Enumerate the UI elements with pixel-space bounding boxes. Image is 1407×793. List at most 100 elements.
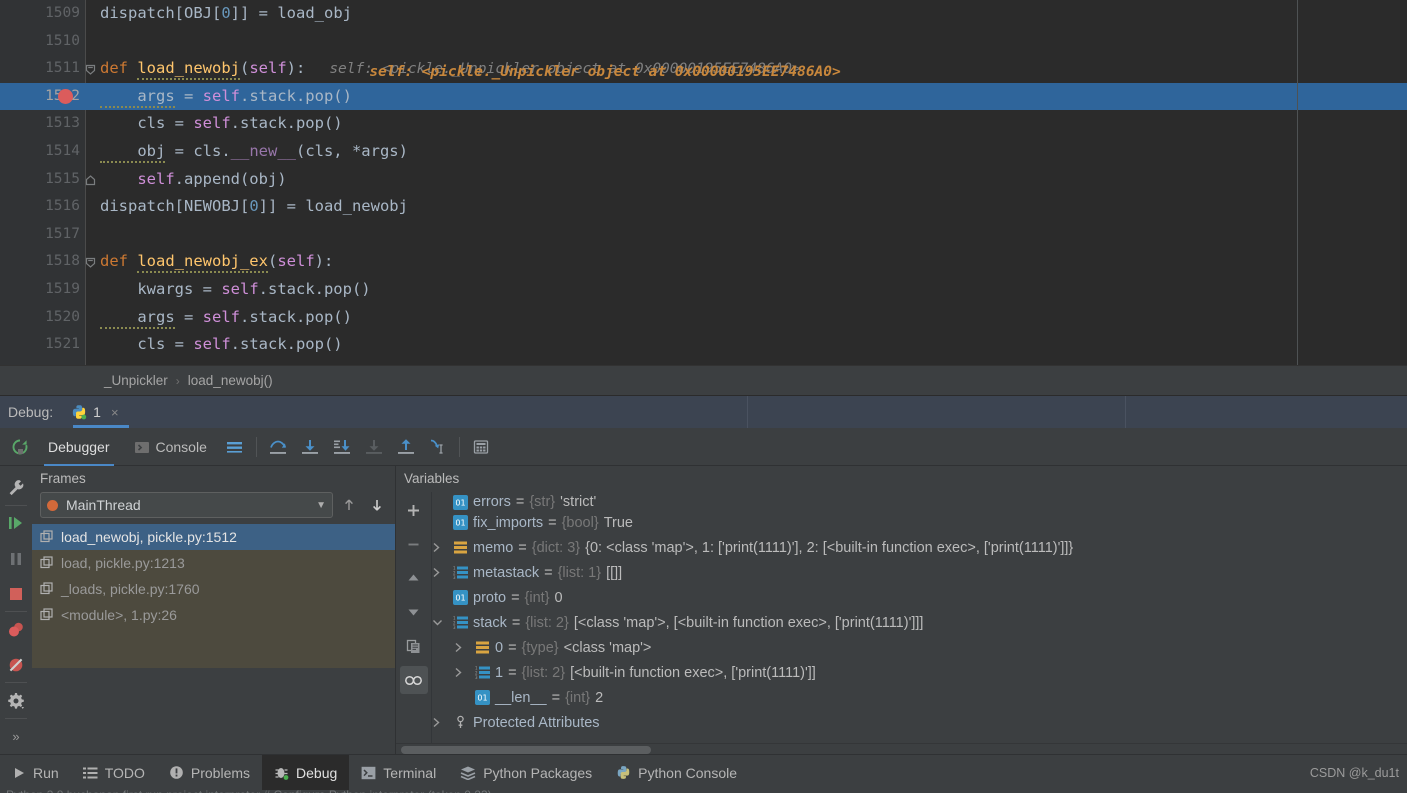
move-up-icon[interactable]: [400, 564, 428, 592]
variable-type: {list: 2}: [521, 664, 566, 681]
copy-icon[interactable]: [400, 632, 428, 660]
frame-down-button[interactable]: [365, 493, 389, 517]
pause-program-icon[interactable]: [1, 541, 31, 576]
add-watch-icon[interactable]: [400, 496, 428, 524]
variable-row[interactable]: 1 2 3 metastack = {list: 1}[[]]: [432, 560, 1407, 585]
evaluate-expression-icon[interactable]: [465, 431, 497, 463]
watermark: CSDN @k_du1t: [1309, 766, 1399, 780]
svg-text:01: 01: [477, 694, 487, 703]
frame-label: _loads, pickle.py:1760: [61, 581, 200, 597]
mute-breakpoints-icon[interactable]: [1, 647, 31, 682]
step-into-icon[interactable]: [294, 431, 326, 463]
frame-label: load, pickle.py:1213: [61, 555, 185, 571]
variables-tree[interactable]: 01 errors = {str}'strict' 01 fix_imports = {boo…: [432, 492, 1407, 743]
code-editor[interactable]: 1509 dispatch[OBJ[0]] = load_obj 1510 1511 d…: [0, 0, 1407, 365]
tab-console[interactable]: Console: [122, 428, 219, 466]
status-bar-item-python-packages[interactable]: Python Packages: [448, 755, 604, 791]
resume-program-icon[interactable]: [1, 506, 31, 541]
variable-row[interactable]: 1 2 3 stack = {list: 2} [<class 'map'>, [<buil…: [432, 610, 1407, 635]
code-line[interactable]: 1510: [0, 28, 1407, 56]
wrench-icon[interactable]: [1, 470, 31, 505]
variable-row[interactable]: 01 __len__ = {int} 2: [432, 685, 1407, 710]
frame-list-item[interactable]: load_newobj, pickle.py:1512: [32, 524, 395, 550]
tab-debugger[interactable]: Debugger: [36, 428, 122, 466]
thread-select[interactable]: MainThread ▼: [40, 492, 333, 518]
code-line[interactable]: 1513 cls = self.stack.pop(): [0, 110, 1407, 138]
code-line[interactable]: 1521 cls = self.stack.pop(): [0, 331, 1407, 359]
status-bar-item-todo[interactable]: TODO: [71, 755, 157, 791]
more-chevrons-icon[interactable]: »: [1, 719, 31, 754]
frames-list[interactable]: load_newobj, pickle.py:1512 load, pickle.…: [32, 524, 395, 628]
tree-twisty-icon[interactable]: [432, 542, 448, 553]
variable-type: {dict: 3}: [531, 539, 581, 556]
code-line[interactable]: 1519 kwargs = self.stack.pop(): [0, 276, 1407, 304]
variables-horizontal-scrollbar[interactable]: [396, 743, 1407, 754]
variable-name: metastack: [473, 564, 540, 581]
code-line[interactable]: 1509 dispatch[OBJ[0]] = load_obj: [0, 0, 1407, 28]
code-line[interactable]: 1518 def load_newobj_ex(self):: [0, 248, 1407, 276]
breadcrumb[interactable]: _Unpickler › load_newobj(): [0, 365, 1407, 395]
breadcrumb-class[interactable]: _Unpickler: [104, 373, 168, 388]
status-bar-item-terminal[interactable]: Terminal: [349, 755, 448, 791]
status-bar-item-debug[interactable]: Debug: [262, 754, 350, 791]
status-bar-item-label: TODO: [104, 764, 145, 781]
frame-icon: [40, 608, 54, 622]
tree-twisty-icon[interactable]: [432, 717, 448, 728]
code-line[interactable]: 1511 def load_newobj(self): self: <pickle.…: [0, 55, 1407, 83]
step-out-icon[interactable]: [390, 431, 422, 463]
frame-list-item[interactable]: <module>, 1.py:26: [32, 602, 395, 628]
code-line[interactable]: 1520 args = self.stack.pop(): [0, 304, 1407, 332]
step-over-icon[interactable]: [262, 431, 294, 463]
code-line[interactable]: 1514 obj = cls.__new__(cls, *args): [0, 138, 1407, 166]
frame-list-item[interactable]: _loads, pickle.py:1760: [32, 576, 395, 602]
code-line[interactable]: 1515 self.append(obj): [0, 166, 1407, 194]
move-down-icon[interactable]: [400, 598, 428, 626]
breakpoint-icon[interactable]: [58, 88, 73, 104]
status-bar-item-python-console[interactable]: Python Console: [604, 755, 749, 791]
settings-gear-icon[interactable]: [1, 683, 31, 718]
frame-list-item[interactable]: load, pickle.py:1213: [32, 550, 395, 576]
run-to-cursor-icon[interactable]: [422, 431, 454, 463]
variable-equals: =: [511, 614, 521, 631]
variable-row[interactable]: 1 2 3 1 = {list: 2} [<built-in function exec>,…: [432, 660, 1407, 685]
step-out-of-icon[interactable]: [358, 431, 390, 463]
frame-label: load_newobj, pickle.py:1512: [61, 529, 237, 545]
variable-value: 'strict': [560, 494, 597, 510]
variable-row[interactable]: 01 proto = {int} 0: [432, 585, 1407, 610]
variable-row[interactable]: memo = {dict: 3} {0: <class 'map'>, 1: ['pr…: [432, 535, 1407, 560]
frame-up-button[interactable]: [337, 493, 361, 517]
variable-value: [<class 'map'>, [<built-in function exec…: [573, 614, 924, 631]
stop-icon[interactable]: [1, 576, 31, 611]
variable-row[interactable]: 0 = {type} <class 'map'>: [432, 635, 1407, 660]
force-step-into-icon[interactable]: [326, 431, 358, 463]
variable-row[interactable]: 01 fix_imports = {bool} True: [432, 510, 1407, 535]
tree-twisty-icon[interactable]: [454, 667, 470, 678]
code-line[interactable]: 1516 dispatch[NEWOBJ[0]] = load_newobj: [0, 193, 1407, 221]
variable-equals: =: [511, 589, 520, 606]
watches-icon[interactable]: [399, 666, 428, 694]
status-bar-item-problems[interactable]: Problems: [157, 755, 262, 791]
scrollbar-thumb[interactable]: [401, 746, 651, 754]
tree-twisty-icon[interactable]: [432, 567, 448, 578]
variable-row[interactable]: 01 errors = {str}'strict': [432, 492, 1407, 510]
debug-session-tab[interactable]: 1 ×: [67, 396, 129, 428]
layout-settings-icon[interactable]: [219, 431, 251, 463]
frames-list-filler: [32, 628, 395, 668]
variable-value: True: [603, 514, 633, 531]
code-line[interactable]: 1517: [0, 221, 1407, 249]
fold-marker-icon[interactable]: [84, 256, 97, 269]
rerun-icon[interactable]: [4, 431, 36, 463]
fold-marker-icon[interactable]: [84, 174, 97, 187]
breadcrumb-method[interactable]: load_newobj(): [188, 373, 273, 388]
status-bar-item-run[interactable]: Run: [0, 755, 71, 791]
variable-row[interactable]: Protected Attributes: [432, 710, 1407, 735]
tree-twisty-icon[interactable]: [432, 618, 448, 627]
remove-watch-icon[interactable]: [400, 530, 428, 558]
variable-name: proto: [473, 589, 507, 606]
thread-status-icon: [47, 499, 58, 511]
close-icon[interactable]: ×: [111, 405, 119, 420]
fold-marker-icon[interactable]: [84, 63, 97, 76]
view-breakpoints-icon[interactable]: [1, 612, 31, 647]
code-line[interactable]: 1512 args = self.stack.pop(): [0, 82, 1407, 111]
tree-twisty-icon[interactable]: [454, 642, 470, 653]
